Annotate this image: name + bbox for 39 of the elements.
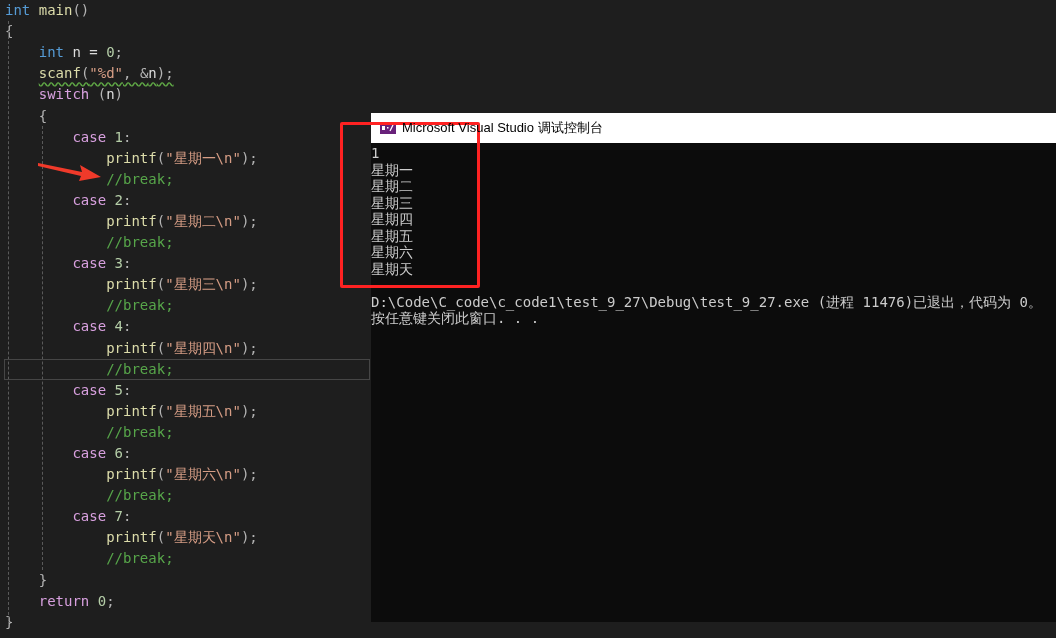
code-line: printf("星期三\n");: [106, 275, 258, 295]
annotation-arrow: [38, 160, 102, 182]
code-line: case 2:: [72, 190, 132, 210]
console-output-line: 星期六: [371, 244, 414, 261]
code-line: int n = 0;: [38, 43, 124, 63]
code-line: }: [38, 570, 48, 590]
console-output-line: 星期四: [371, 211, 414, 228]
code-line: //break;: [106, 296, 174, 316]
console-output-line: 星期一: [371, 161, 414, 178]
code-line: //break;: [106, 549, 174, 569]
code-line: case 3:: [72, 254, 132, 274]
code-line: case 5:: [72, 380, 132, 400]
code-line: switch (n): [38, 85, 124, 105]
code-line: //break;: [106, 169, 174, 189]
code-line: case 7:: [72, 507, 132, 527]
console-output-line: 1: [371, 145, 381, 162]
code-line: //break;: [106, 233, 174, 253]
code-line: {: [38, 106, 48, 126]
code-line: printf("星期四\n");: [106, 338, 258, 358]
console-output-line: 星期五: [371, 227, 414, 244]
code-line: case 6:: [72, 444, 132, 463]
code-line: printf("星期一\n");: [106, 148, 258, 168]
code-line: printf("星期二\n");: [106, 212, 258, 231]
code-line: case 1:: [72, 127, 132, 147]
console-output-line: 星期二: [371, 178, 414, 195]
code-line: case 4:: [72, 317, 132, 337]
current-code-line: //break;: [106, 359, 174, 379]
code-line: int main(): [5, 1, 90, 21]
console-output-line: 星期天: [371, 260, 414, 277]
code-line: //break;: [106, 422, 174, 442]
code-line: //break;: [106, 486, 174, 506]
console-output-line: 按任意键关闭此窗口. . .: [371, 310, 540, 327]
code-line: scanf("%d", &n);: [38, 64, 174, 84]
code-line: printf("星期六\n");: [106, 465, 258, 485]
code-line: printf("星期五\n");: [106, 401, 258, 421]
code-line: return 0;: [38, 591, 115, 611]
console-output-line: D:\Code\C_code\c_code1\test_9_27\Debug\test_9_27.exe (进程 11476)已退出，代码为 0。: [371, 293, 1043, 310]
code-line: printf("星期天\n");: [106, 528, 258, 548]
console-output-line: 星期三: [371, 194, 414, 211]
